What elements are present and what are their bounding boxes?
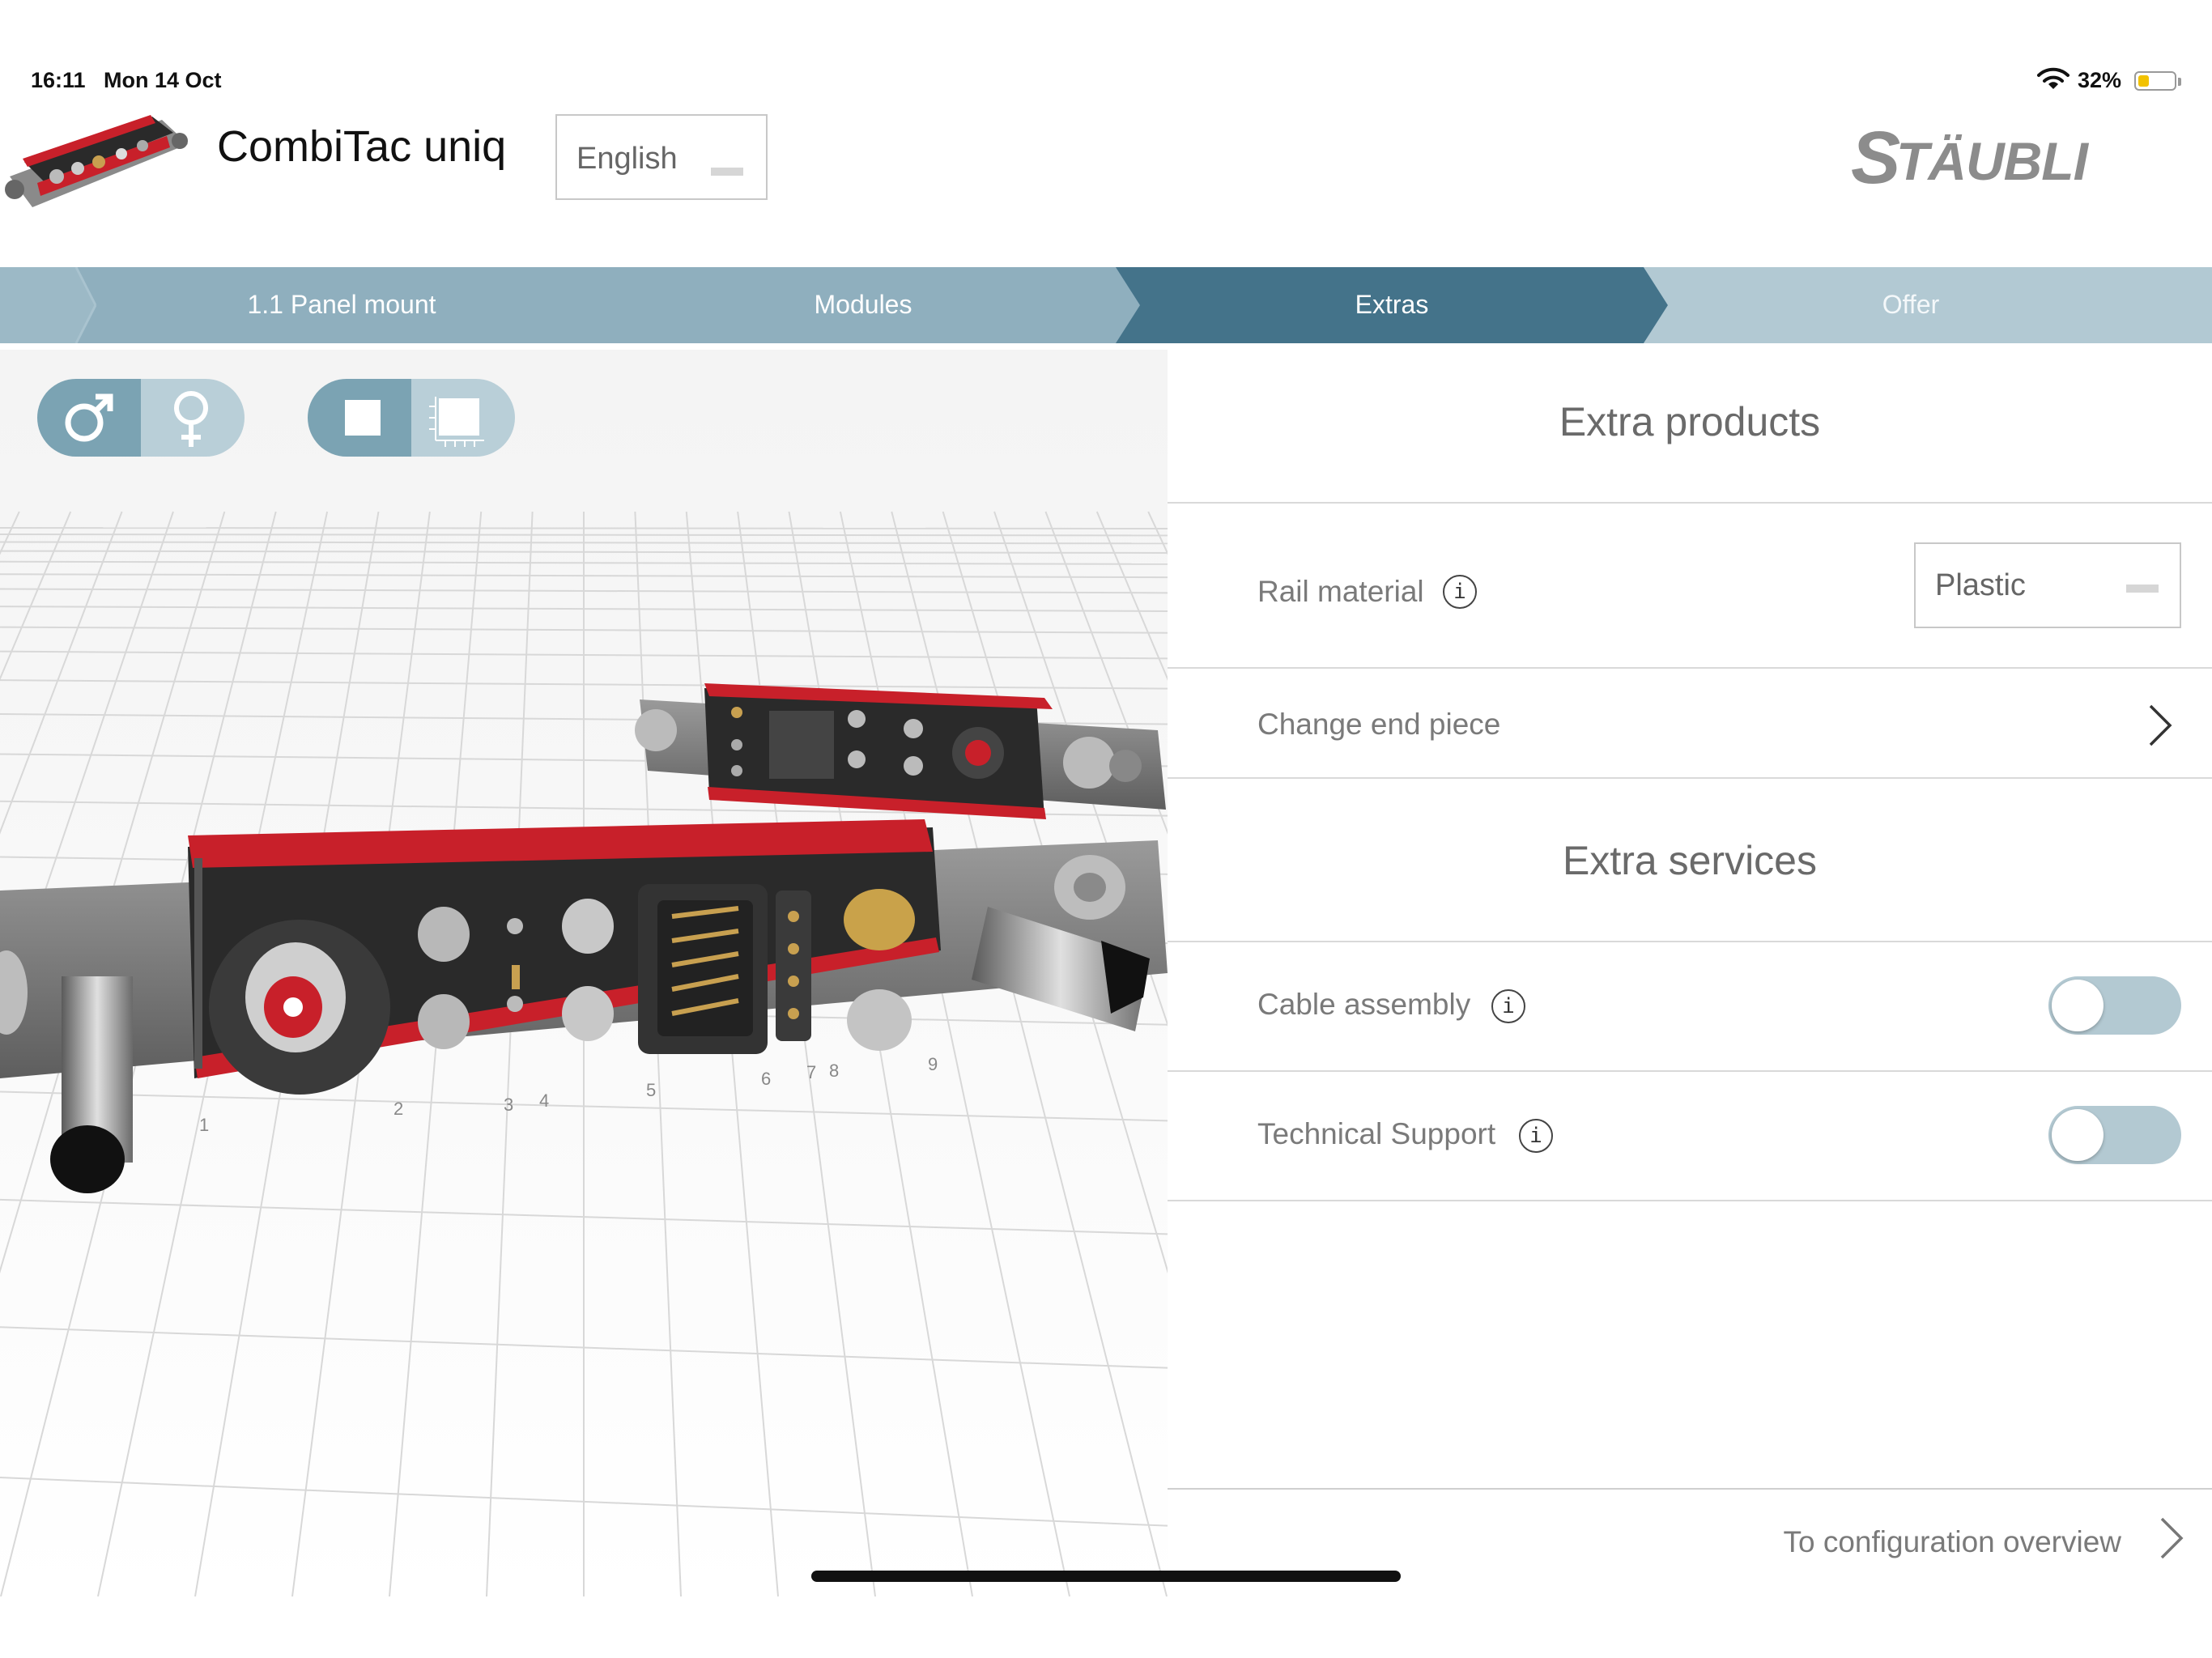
- switch-knob: [2052, 1109, 2104, 1161]
- language-select[interactable]: English: [555, 114, 768, 200]
- step-modules[interactable]: Modules: [615, 290, 1111, 320]
- rail-material-info-icon[interactable]: i: [1443, 575, 1477, 609]
- extra-services-title: Extra services: [1563, 838, 1817, 883]
- axis-number: 1: [199, 1115, 209, 1135]
- product-thumbnail[interactable]: [0, 112, 191, 215]
- axis-number: 5: [646, 1080, 656, 1100]
- chevron-right-icon[interactable]: [2154, 1514, 2189, 1562]
- 3d-scene: 1 2 3 4 5 6 7 8 9: [0, 350, 1168, 1596]
- cable-assembly-switch[interactable]: [2048, 976, 2181, 1035]
- dropdown-icon: [2126, 585, 2159, 593]
- battery-tip: [2178, 78, 2181, 86]
- axis-number: 9: [928, 1054, 938, 1074]
- home-indicator: [811, 1571, 1401, 1582]
- technical-support-switch[interactable]: [2048, 1106, 2181, 1164]
- battery-icon: [2134, 71, 2176, 91]
- status-time: 16:11: [31, 68, 86, 92]
- step-panel-mount[interactable]: 1.1 Panel mount: [96, 290, 588, 320]
- switch-knob: [2052, 980, 2104, 1031]
- step-offer[interactable]: Offer: [1668, 290, 2154, 320]
- rail-material-label: Rail material: [1257, 575, 1424, 608]
- divider: [1168, 1070, 2212, 1072]
- axis-number: 4: [539, 1090, 549, 1111]
- axis-number: 8: [829, 1061, 839, 1081]
- rail-material-select[interactable]: Plastic: [1914, 542, 2181, 628]
- technical-support-info-icon[interactable]: i: [1519, 1119, 1553, 1153]
- change-end-piece-label[interactable]: Change end piece: [1257, 708, 1500, 742]
- extra-products-title: Extra products: [1559, 399, 1821, 444]
- chevron-right-icon[interactable]: [2142, 701, 2178, 750]
- view-toggle[interactable]: [308, 379, 515, 457]
- cable-assembly-info-icon[interactable]: i: [1491, 989, 1525, 1023]
- axis-number: 3: [504, 1095, 513, 1115]
- axis-number: 2: [393, 1099, 403, 1119]
- svg-text:TÄUBLI: TÄUBLI: [1896, 131, 2090, 191]
- female-icon: [174, 391, 208, 447]
- to-configuration-overview-link[interactable]: To configuration overview: [1700, 1525, 2122, 1559]
- male-icon: [65, 393, 113, 442]
- male-button[interactable]: [37, 379, 141, 457]
- square-icon: [345, 400, 381, 436]
- female-button[interactable]: [141, 379, 245, 457]
- gender-toggle[interactable]: [37, 379, 245, 457]
- rail-material-value: Plastic: [1935, 568, 2026, 602]
- 3d-viewport[interactable]: 1 2 3 4 5 6 78 9: [0, 350, 1168, 1596]
- guide-rod-left: [50, 976, 133, 1193]
- wifi-icon: [2037, 67, 2069, 89]
- footer-divider: [1168, 1488, 2212, 1490]
- divider: [1168, 667, 2212, 669]
- divider: [1168, 1200, 2212, 1201]
- solid-view-button[interactable]: [308, 379, 411, 457]
- dimension-view-button[interactable]: [411, 379, 515, 457]
- divider: [1168, 502, 2212, 504]
- app-title: CombiTac uniq: [217, 122, 507, 171]
- divider: [1168, 777, 2212, 779]
- technical-support-label: Technical Support: [1257, 1117, 1496, 1150]
- cable-assembly-label: Cable assembly: [1257, 988, 1471, 1021]
- language-value: English: [576, 142, 678, 176]
- step-extras[interactable]: Extras: [1140, 290, 1644, 320]
- battery-percent: 32%: [2078, 68, 2122, 92]
- divider: [1168, 941, 2212, 942]
- dimension-icon: [429, 397, 484, 447]
- dropdown-icon: [711, 168, 743, 176]
- axis-number: 6: [761, 1069, 771, 1089]
- svg-text:S: S: [1851, 117, 1900, 196]
- axis-number: 7: [806, 1062, 816, 1082]
- staubli-logo: S TÄUBLI: [1851, 117, 2091, 196]
- status-date: Mon 14 Oct: [104, 68, 222, 92]
